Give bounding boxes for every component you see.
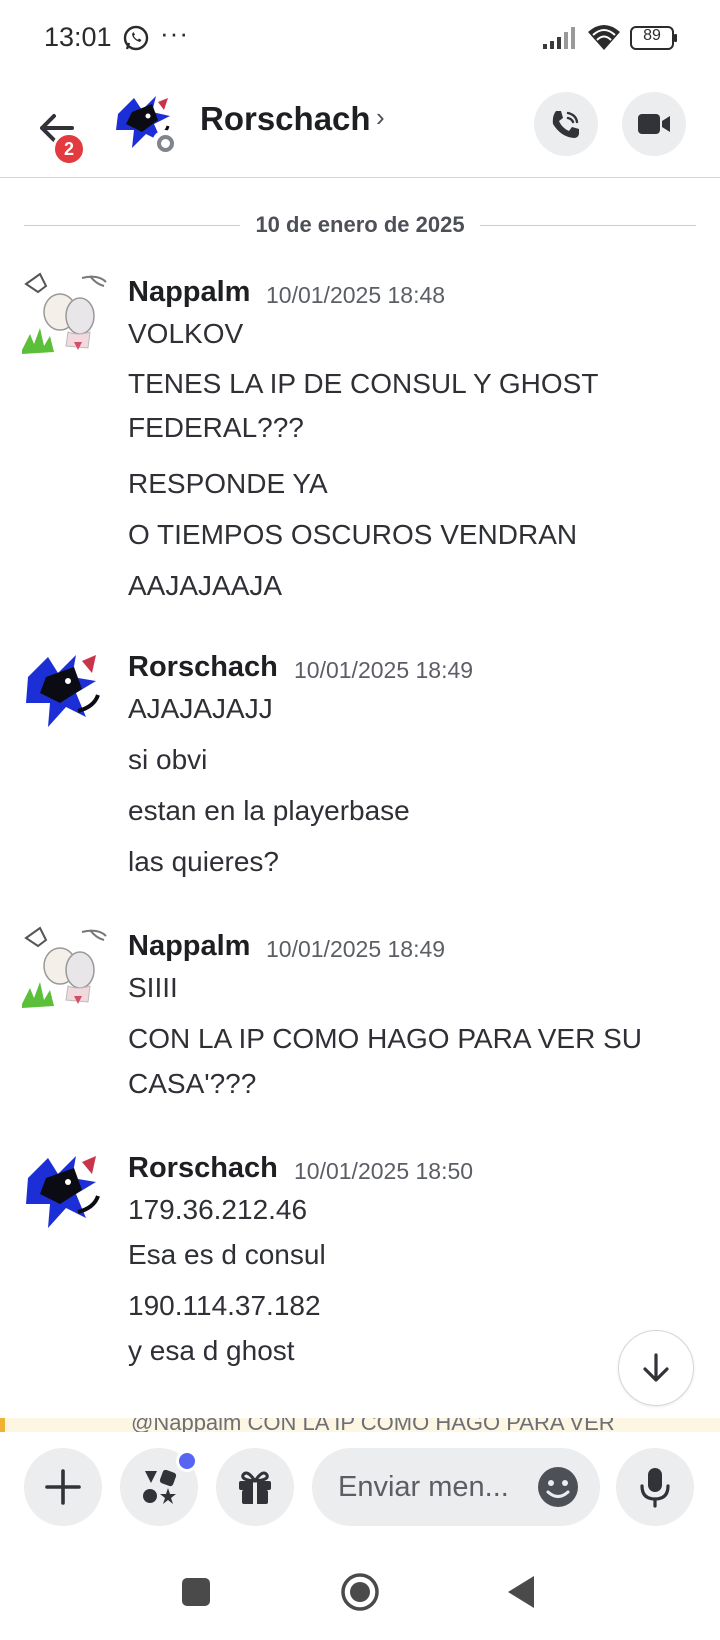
voice-call-icon (552, 111, 579, 138)
plus-icon (45, 1469, 81, 1505)
whatsapp-icon (123, 25, 149, 51)
status-more-icon: ··· (160, 18, 189, 48)
message-text: las quieres? (128, 846, 279, 877)
avatar[interactable] (20, 1148, 108, 1236)
video-call-button[interactable] (622, 92, 686, 156)
message-timestamp: 10/01/2025 18:48 (266, 282, 446, 308)
gift-icon (239, 1471, 271, 1504)
emoji-icon[interactable] (536, 1465, 580, 1509)
notification-dot (176, 1450, 198, 1472)
message-text: AAJAJAAJA (128, 570, 283, 601)
avatar[interactable] (20, 926, 108, 1014)
recents-icon[interactable] (182, 1578, 210, 1606)
unread-badge: 2 (52, 132, 86, 166)
video-call-icon (638, 114, 670, 134)
message-text: Esa es d consul (128, 1239, 326, 1270)
message-input-placeholder: Enviar men... (338, 1471, 509, 1503)
message-timestamp: 10/01/2025 18:49 (266, 936, 446, 962)
arrow-down-icon (643, 1353, 669, 1382)
message-text: estan en la playerbase (128, 795, 410, 826)
status-time: 13:01 (44, 22, 112, 52)
apps-icon (143, 1469, 177, 1504)
message-text: VOLKOV (128, 318, 244, 349)
message-input[interactable]: Enviar men... (312, 1448, 600, 1526)
message-author[interactable]: Nappalm (128, 930, 250, 963)
status-bar: 13:01 ··· 89 (0, 0, 720, 80)
message-timestamp: 10/01/2025 18:49 (294, 657, 474, 683)
avatar[interactable] (20, 647, 108, 735)
gift-button[interactable] (216, 1448, 294, 1526)
message-text: 190.114.37.182 (128, 1290, 321, 1321)
channel-header: 2 Rorschach › (0, 80, 720, 178)
voice-message-button[interactable] (616, 1448, 694, 1526)
message-composer: Enviar men... (0, 1432, 720, 1552)
message-author[interactable]: Rorschach (128, 1152, 278, 1185)
message-author[interactable]: Nappalm (128, 276, 250, 309)
message-text: O TIEMPOS OSCUROS VENDRAN (128, 519, 578, 550)
offline-status-icon (152, 130, 178, 156)
chevron-right-icon[interactable]: › (376, 102, 385, 133)
wifi-icon (588, 25, 620, 50)
divider-line-right (480, 225, 696, 226)
message-text: CON LA IP COMO HAGO PARA VER SU (128, 1023, 642, 1054)
home-icon[interactable] (340, 1572, 380, 1612)
message-text: SIIII (128, 972, 178, 1003)
message-text: FEDERAL??? (128, 412, 304, 443)
message-text: TENES LA IP DE CONSUL Y GHOST (128, 368, 599, 399)
voice-call-button[interactable] (534, 92, 598, 156)
battery-level: 89 (643, 27, 661, 44)
page-title[interactable]: Rorschach (200, 100, 371, 138)
message-text: CASA'??? (128, 1068, 257, 1099)
message-timestamp: 10/01/2025 18:50 (294, 1158, 474, 1184)
message-text: y esa d ghost (128, 1335, 295, 1366)
message-text: si obvi (128, 744, 208, 775)
jump-to-present-button[interactable] (618, 1330, 694, 1406)
system-navigation-bar (0, 1552, 720, 1640)
reply-preview: @Nappalm CON LA IP COMO HAGO PARA VER (131, 1418, 615, 1432)
microphone-icon (640, 1468, 670, 1508)
back-triangle-icon[interactable] (506, 1574, 536, 1610)
add-attachment-button[interactable] (24, 1448, 102, 1526)
message-text: 179.36.212.46 (128, 1194, 308, 1225)
signal-icon (543, 27, 575, 49)
mention-highlight-strip[interactable]: @Nappalm CON LA IP COMO HAGO PARA VER (0, 1418, 720, 1432)
message-author[interactable]: Rorschach (128, 651, 278, 684)
date-divider: 10 de enero de 2025 (24, 210, 696, 240)
message-text: RESPONDE YA (128, 468, 328, 499)
message-text: AJAJAJAJJ (128, 693, 273, 724)
avatar[interactable] (20, 272, 108, 360)
